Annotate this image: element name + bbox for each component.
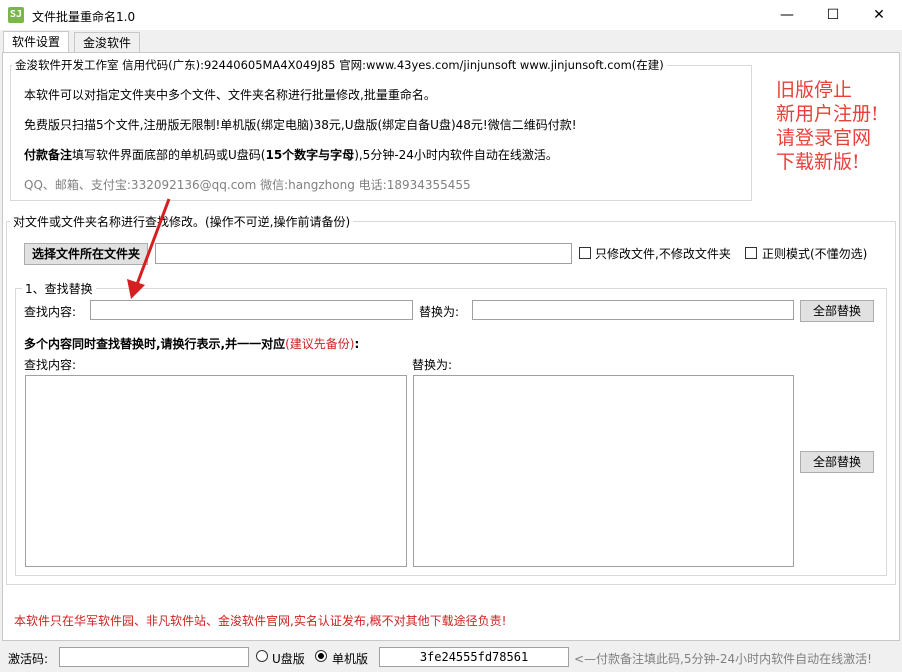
multi-find-textarea[interactable] — [25, 375, 407, 567]
multi-replace-textarea[interactable] — [413, 375, 794, 567]
notice-line: 旧版停止 — [776, 79, 853, 101]
regex-mode-label: 正则模式(不懂勿选) — [762, 247, 868, 261]
payment-note-text-a: 填写软件界面底部的单机码或U盘码( — [72, 148, 266, 162]
usb-version-label: U盘版 — [272, 652, 305, 666]
only-files-checkbox[interactable] — [579, 247, 591, 259]
maximize-button[interactable]: ☐ — [810, 0, 856, 30]
multi-title-hint: (建议先备份) — [285, 337, 355, 351]
payment-note-label: 付款备注 — [24, 148, 73, 162]
title-bar: SJ 文件批量重命名1.0 — ☐ ✕ — [0, 0, 902, 30]
window-title: 文件批量重命名1.0 — [32, 10, 136, 24]
info-legend: 金浚软件开发工作室 信用代码(广东):92440605MA4X049J85 官网… — [12, 57, 667, 73]
machine-code-field[interactable]: 3fe24555fd78561 — [379, 647, 569, 667]
find-replace-legend: 1、查找替换 — [22, 280, 96, 297]
multi-title: 多个内容同时查找替换时,请换行表示,并一一对应(建议先备份): — [24, 335, 359, 352]
replace-input[interactable] — [472, 300, 794, 320]
multi-title-colon: : — [354, 337, 360, 351]
notice-line: 下载新版! — [776, 151, 860, 173]
contact-info: QQ、邮箱、支付宝:332092136@qq.com 微信:hangzhong … — [24, 178, 471, 192]
notice-line: 新用户注册! — [776, 103, 879, 125]
regex-mode-checkbox[interactable] — [745, 247, 757, 259]
machine-code-hint: <—付款备注填此码,5分钟-24小时内软件自动在线激活! — [574, 652, 872, 666]
minimize-button[interactable]: — — [764, 0, 810, 30]
find-label: 查找内容: — [24, 305, 77, 319]
app-icon: SJ — [8, 7, 24, 23]
replace-all-button[interactable]: 全部替换 — [800, 300, 874, 322]
main-legend: 对文件或文件夹名称进行查找修改。(操作不可逆,操作前请备份) — [10, 213, 354, 230]
disclaimer-text: 本软件只在华军软件园、非凡软件站、金浚软件官网,实名认证发布,概不对其他下载途径… — [14, 614, 507, 628]
usb-version-radio[interactable] — [256, 650, 268, 662]
red-arrow-annotation — [127, 198, 171, 299]
info-line-2: 免费版只扫描5个文件,注册版无限制!单机版(绑定电脑)38元,U盘版(绑定自备U… — [24, 118, 577, 132]
info-line-1: 本软件可以对指定文件夹中多个文件、文件夹名称进行批量修改,批量重命名。 — [24, 88, 436, 102]
replace-label: 替换为: — [419, 305, 460, 319]
standalone-version-radio[interactable] — [315, 650, 327, 662]
tab-software-settings[interactable]: 软件设置 — [3, 31, 70, 54]
upgrade-notice: 旧版停止 新用户注册! 请登录官网 下载新版! — [776, 78, 879, 174]
multi-title-text: 多个内容同时查找替换时,请换行表示,并一一对应 — [24, 337, 286, 351]
folder-path-input[interactable] — [155, 243, 572, 264]
notice-line: 请登录官网 — [776, 127, 872, 149]
multi-replace-all-button[interactable]: 全部替换 — [800, 451, 874, 473]
standalone-version-label: 单机版 — [332, 652, 369, 666]
activation-code-input[interactable] — [59, 647, 249, 667]
multi-replace-label: 替换为: — [412, 358, 453, 372]
only-files-label: 只修改文件,不修改文件夹 — [595, 247, 731, 261]
payment-note-text-b: ),5分钟-24小时内软件自动在线激活。 — [354, 148, 558, 162]
tab-jinjun-software[interactable]: 金浚软件 — [74, 32, 141, 53]
payment-note-bold: 15个数字与字母 — [265, 148, 355, 162]
close-button[interactable]: ✕ — [856, 0, 902, 30]
multi-find-label: 查找内容: — [24, 358, 77, 372]
activation-label: 激活码: — [8, 652, 49, 666]
info-line-3: 付款备注填写软件界面底部的单机码或U盘码(15个数字与字母),5分钟-24小时内… — [24, 146, 558, 163]
